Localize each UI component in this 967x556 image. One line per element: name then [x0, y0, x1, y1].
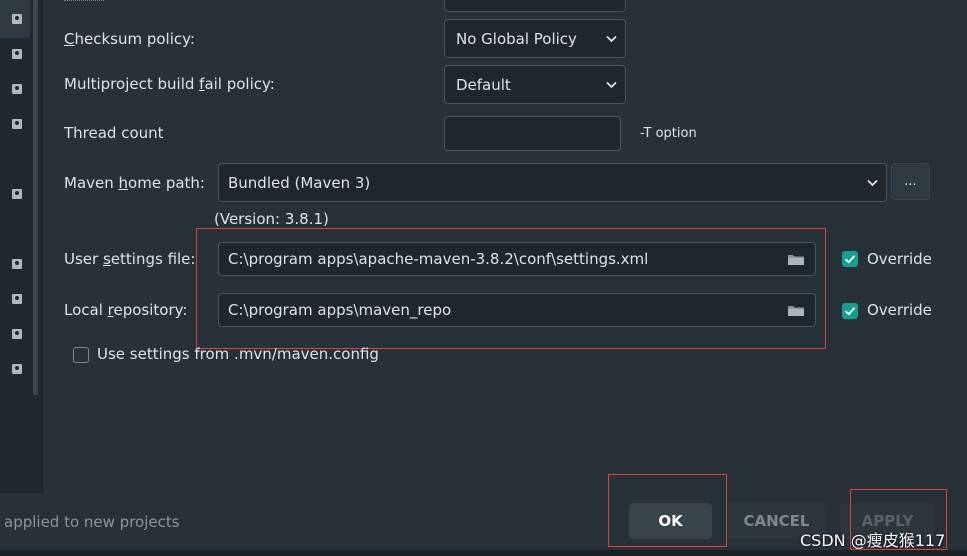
- nav-item-icon[interactable]: [10, 328, 24, 340]
- maven-home-path-label: Maven home path:: [64, 174, 205, 192]
- folder-icon[interactable]: [787, 252, 805, 266]
- maven-home-path-dropdown[interactable]: Bundled (Maven 3): [218, 163, 887, 202]
- nav-item-icon[interactable]: [10, 363, 24, 375]
- user-settings-file-label: User settings file:: [64, 250, 196, 268]
- multiproject-fail-policy-dropdown[interactable]: Default: [444, 65, 626, 104]
- partial-top-label: [64, 0, 104, 3]
- user-settings-override-checkbox[interactable]: [842, 251, 858, 267]
- watermark: CSDN @瘦皮猴117: [800, 531, 946, 550]
- multiproject-fail-policy-value: Default: [456, 75, 511, 94]
- window-bottom-edge: [0, 550, 967, 556]
- nav-item-icon[interactable]: [10, 188, 24, 200]
- checksum-policy-label: Checksum policy:: [64, 30, 195, 48]
- checkmark-icon: [844, 255, 856, 264]
- folder-icon[interactable]: [787, 303, 805, 317]
- maven-home-path-value: Bundled (Maven 3): [228, 173, 371, 192]
- use-mvn-config-label: Use settings from .mvn/maven.config: [97, 345, 379, 363]
- thread-count-label: Thread count: [64, 124, 164, 142]
- chevron-down-icon: [867, 179, 878, 186]
- local-repository-override-label: Override: [867, 301, 932, 319]
- checksum-policy-dropdown[interactable]: No Global Policy: [444, 19, 626, 58]
- footer-note: applied to new projects: [4, 513, 180, 531]
- local-repository-override-checkbox[interactable]: [842, 303, 858, 319]
- nav-item-icon[interactable]: [10, 83, 24, 95]
- nav-item-icon[interactable]: [10, 258, 24, 270]
- nav-item-icon[interactable]: [10, 293, 24, 305]
- local-repository-label: Local repository:: [64, 301, 188, 319]
- multiproject-fail-policy-label: Multiproject build fail policy:: [64, 75, 275, 93]
- nav-item-icon[interactable]: [10, 48, 24, 60]
- nav-item-icon[interactable]: [10, 13, 24, 25]
- user-settings-file-input[interactable]: C:\program apps\apache-maven-3.8.2\conf\…: [218, 242, 816, 276]
- maven-version-label: (Version: 3.8.1): [214, 210, 329, 228]
- nav-item-icon[interactable]: [10, 118, 24, 130]
- nav-scrollbar[interactable]: [33, 0, 38, 395]
- browse-maven-home-button[interactable]: ...: [891, 163, 930, 200]
- thread-count-hint: -T option: [640, 126, 697, 141]
- user-settings-override-label: Override: [867, 250, 932, 268]
- chevron-down-icon: [606, 81, 617, 88]
- checkmark-icon: [844, 307, 856, 316]
- local-repository-input[interactable]: C:\program apps\maven_repo: [218, 293, 816, 327]
- partial-top-field[interactable]: [444, 0, 626, 12]
- checksum-policy-value: No Global Policy: [456, 29, 577, 48]
- local-repository-value: C:\program apps\maven_repo: [228, 301, 452, 319]
- ok-button[interactable]: OK: [629, 503, 712, 539]
- chevron-down-icon: [606, 35, 617, 42]
- thread-count-input[interactable]: [444, 116, 621, 151]
- use-mvn-config-checkbox[interactable]: [73, 347, 89, 363]
- user-settings-file-value: C:\program apps\apache-maven-3.8.2\conf\…: [228, 250, 649, 268]
- settings-nav-panel: [0, 0, 43, 493]
